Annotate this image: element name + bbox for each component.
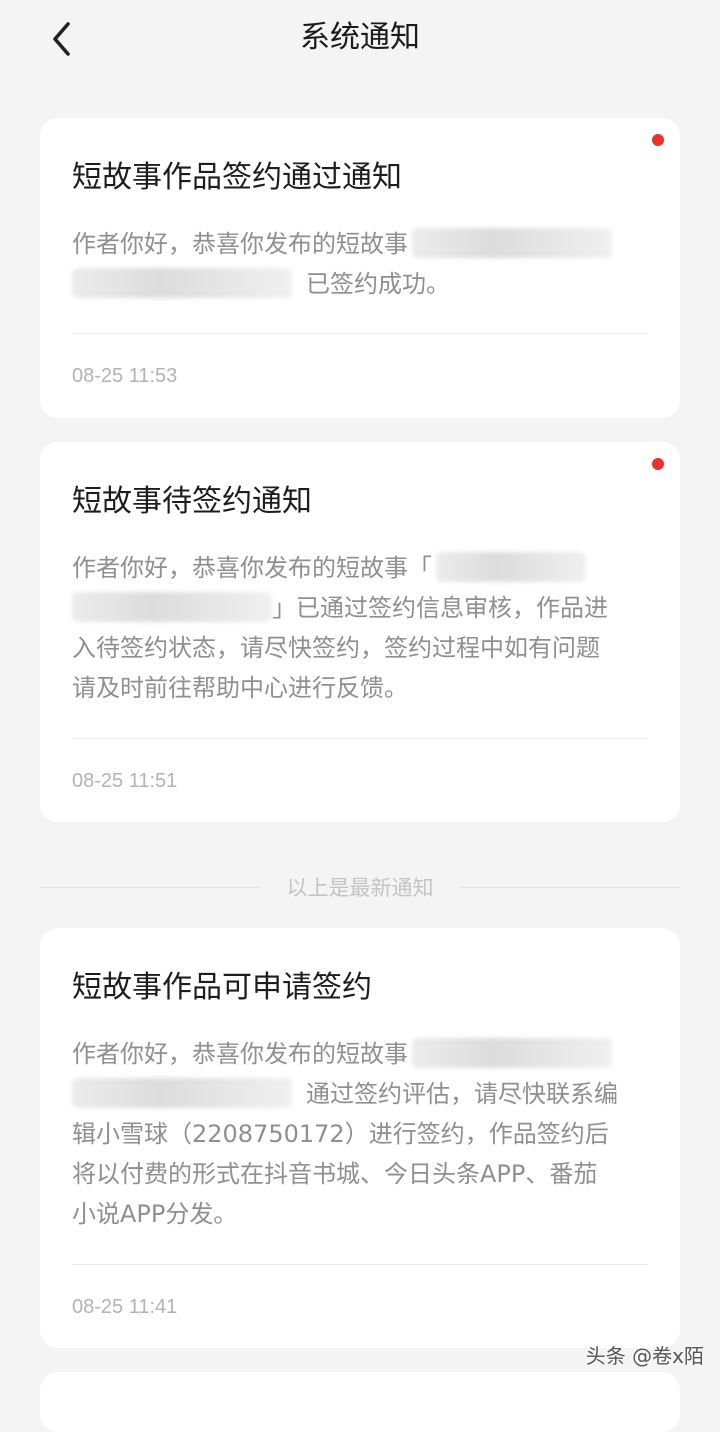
body-text: 作者你好，恭喜你发布的短故事 bbox=[72, 230, 408, 258]
divider bbox=[72, 738, 648, 739]
page-title: 系统通知 bbox=[300, 20, 420, 55]
nav-bar: 系统通知 bbox=[0, 0, 720, 80]
separator-text: 以上是最新通知 bbox=[286, 876, 434, 900]
redacted-text bbox=[436, 552, 586, 582]
notification-body: 作者你好，恭喜你发布的短故事 已签约成功。 bbox=[72, 224, 646, 304]
watermark: 头条 @卷x陌 bbox=[585, 1344, 704, 1368]
redacted-text bbox=[72, 268, 292, 298]
notification-title: 短故事作品可申请签约 bbox=[72, 970, 372, 1005]
body-text: 将以付费的形式在抖音书城、今日头条APP、番茄 bbox=[72, 1160, 598, 1188]
body-text: 通过签约评估，请尽快联系编 bbox=[306, 1080, 618, 1108]
notification-title: 短故事待签约通知 bbox=[72, 484, 312, 519]
redacted-text bbox=[72, 1078, 292, 1108]
body-text: 」已通过签约信息审核，作品进 bbox=[272, 594, 608, 622]
body-text: 作者你好，恭喜你发布的短故事「 bbox=[72, 554, 432, 582]
notification-time: 08-25 11:51 bbox=[72, 770, 178, 792]
notification-card[interactable] bbox=[40, 1372, 680, 1432]
unread-dot bbox=[652, 458, 664, 470]
redacted-text bbox=[72, 592, 272, 622]
body-text: 入待签约状态，请尽快签约，签约过程中如有问题 bbox=[72, 634, 600, 662]
notification-time: 08-25 11:53 bbox=[72, 365, 178, 387]
redacted-text bbox=[412, 1038, 612, 1068]
redacted-text bbox=[412, 228, 612, 258]
divider bbox=[72, 1264, 648, 1265]
notification-card[interactable]: 短故事待签约通知 作者你好，恭喜你发布的短故事「 」已通过签约信息审核，作品进 … bbox=[40, 442, 680, 822]
body-text: 已签约成功。 bbox=[306, 270, 450, 298]
latest-separator: 以上是最新通知 bbox=[40, 870, 680, 906]
body-text: 小说APP分发。 bbox=[72, 1200, 238, 1228]
notification-body: 作者你好，恭喜你发布的短故事「 」已通过签约信息审核，作品进 入待签约状态，请尽… bbox=[72, 548, 646, 708]
unread-dot bbox=[652, 134, 664, 146]
notification-card[interactable]: 短故事作品签约通过通知 作者你好，恭喜你发布的短故事 已签约成功。 08-25 … bbox=[40, 118, 680, 418]
notification-body: 作者你好，恭喜你发布的短故事 通过签约评估，请尽快联系编 辑小雪球（220875… bbox=[72, 1034, 646, 1234]
body-text: 辑小雪球（2208750172）进行签约，作品签约后 bbox=[72, 1120, 609, 1148]
notification-title: 短故事作品签约通过通知 bbox=[72, 160, 402, 195]
body-text: 作者你好，恭喜你发布的短故事 bbox=[72, 1040, 408, 1068]
body-text: 请及时前往帮助中心进行反馈。 bbox=[72, 674, 408, 702]
notification-card[interactable]: 短故事作品可申请签约 作者你好，恭喜你发布的短故事 通过签约评估，请尽快联系编 … bbox=[40, 928, 680, 1348]
divider bbox=[72, 333, 648, 334]
notification-time: 08-25 11:41 bbox=[72, 1296, 178, 1318]
